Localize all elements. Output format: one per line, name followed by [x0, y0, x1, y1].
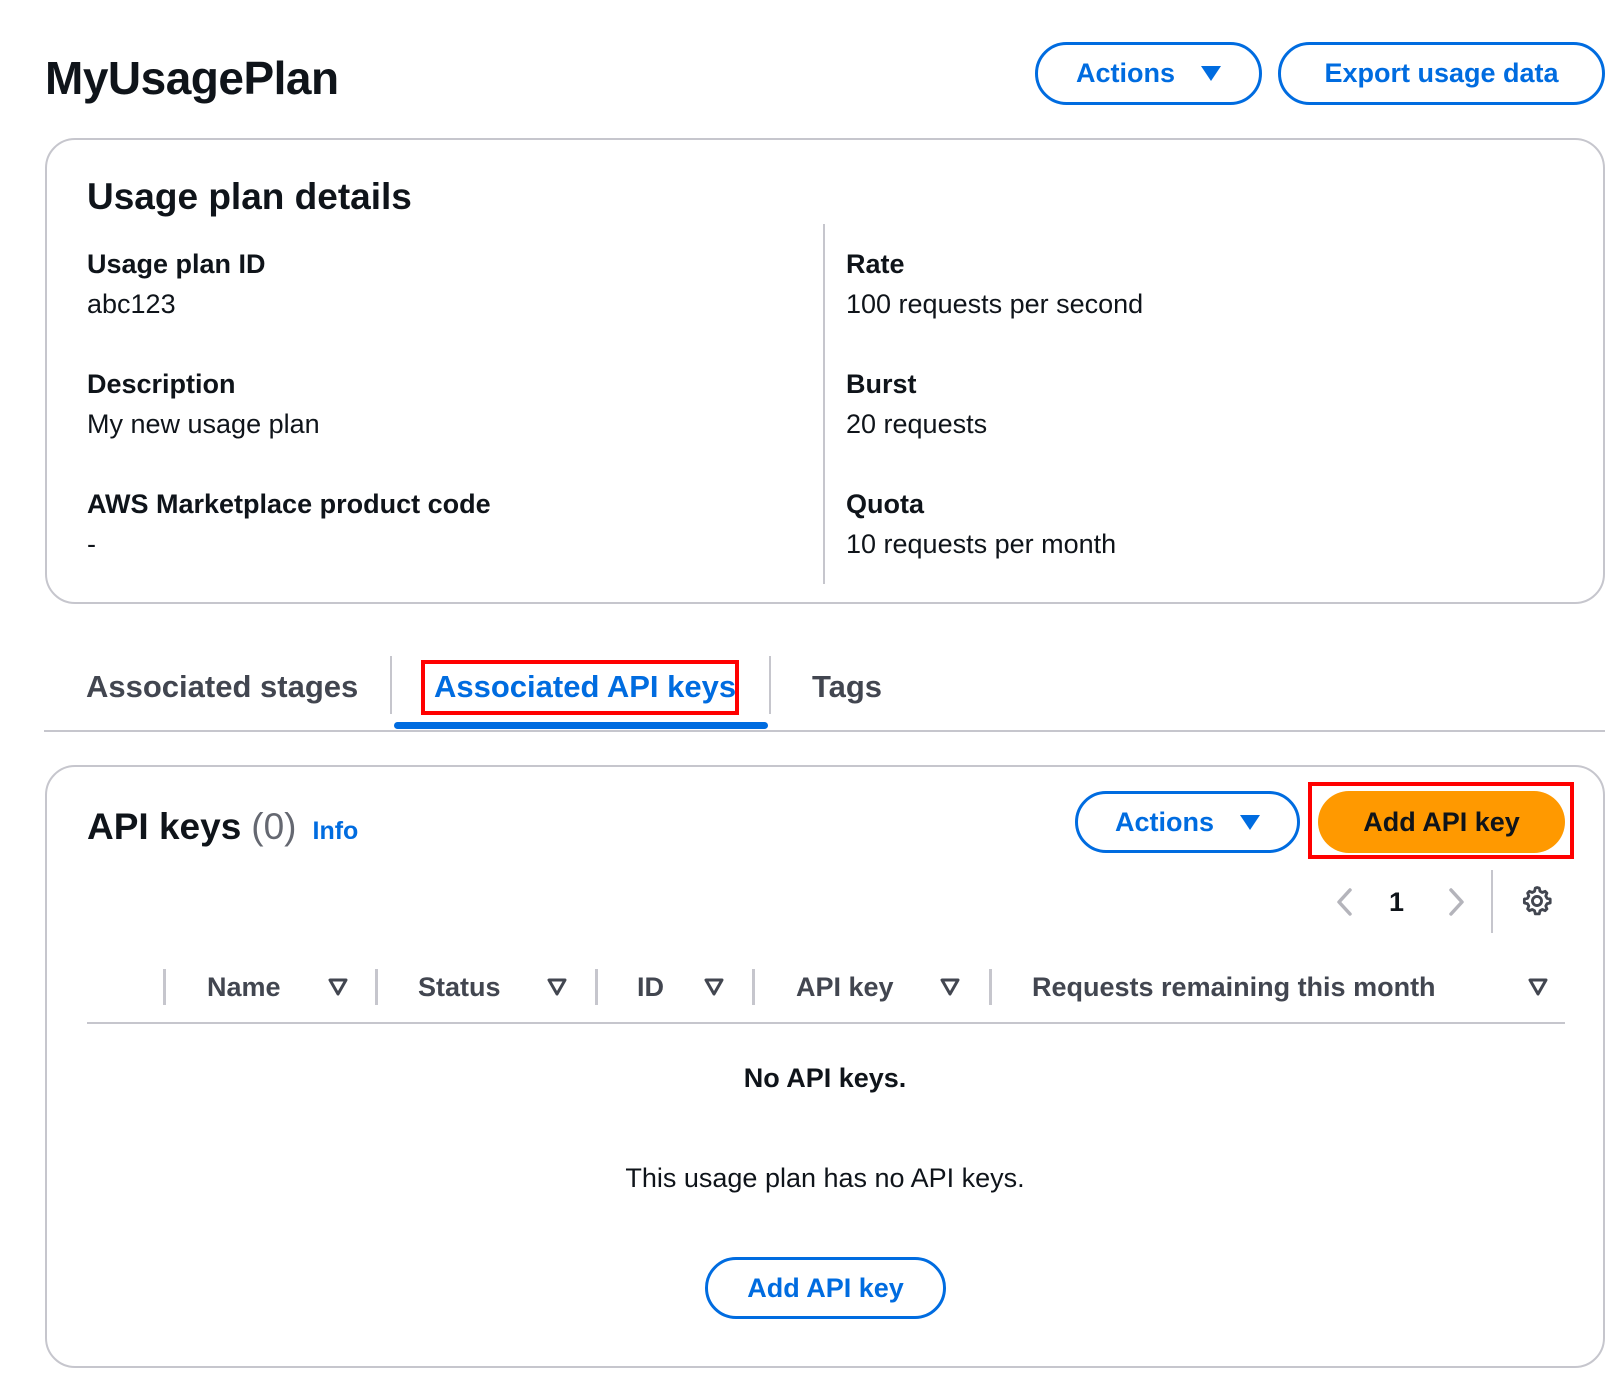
tabs-divider: [44, 730, 1605, 732]
detail-label: Usage plan ID: [87, 249, 266, 279]
column-header-requests-remaining[interactable]: Requests remaining this month: [1032, 970, 1436, 1004]
info-link[interactable]: Info: [313, 817, 359, 846]
details-title: Usage plan details: [87, 176, 412, 217]
detail-label: AWS Marketplace product code: [87, 489, 491, 519]
empty-state-title: No API keys.: [743, 1063, 907, 1093]
tab-separator: [769, 656, 771, 714]
column-separator: [595, 969, 598, 1005]
detail-label: Description: [87, 369, 236, 399]
column-separator: [752, 969, 755, 1005]
api-keys-title: API keys: [87, 806, 242, 847]
tab-tags[interactable]: Tags: [812, 667, 882, 707]
empty-state-message: This usage plan has no API keys.: [625, 1163, 1025, 1193]
column-header-api-key[interactable]: API key: [796, 970, 894, 1004]
tab-associated-stages[interactable]: Associated stages: [86, 667, 358, 707]
active-tab-indicator: [394, 722, 768, 729]
column-separator: [989, 969, 992, 1005]
sort-icon[interactable]: [327, 976, 349, 998]
detail-value: 20 requests: [846, 409, 988, 439]
current-page[interactable]: 1: [1389, 885, 1404, 919]
detail-burst: Burst 20 requests: [846, 367, 987, 441]
column-header-status[interactable]: Status: [418, 970, 501, 1004]
detail-label: Burst: [846, 369, 917, 399]
column-header-name[interactable]: Name: [207, 970, 281, 1004]
gear-icon: [1522, 886, 1552, 916]
column-separator: [375, 969, 378, 1005]
tab-associated-api-keys[interactable]: Associated API keys: [434, 667, 736, 707]
pagination-divider: [1491, 870, 1493, 933]
column-divider: [823, 224, 825, 584]
detail-usage-plan-id: Usage plan ID abc123: [87, 247, 266, 321]
actions-label: Actions: [1075, 58, 1175, 88]
detail-value: 100 requests per second: [846, 289, 1144, 319]
detail-value: 10 requests per month: [846, 529, 1117, 559]
sort-icon[interactable]: [939, 976, 961, 998]
detail-value: My new usage plan: [87, 409, 320, 439]
sort-icon[interactable]: [1527, 976, 1549, 998]
detail-rate: Rate 100 requests per second: [846, 247, 1143, 321]
api-keys-header: API keys (0) Info: [87, 805, 358, 849]
detail-description: Description My new usage plan: [87, 367, 320, 441]
chevron-left-icon: [1337, 888, 1352, 916]
column-header-id[interactable]: ID: [637, 970, 664, 1004]
export-usage-data-button[interactable]: Export usage data: [1278, 42, 1605, 105]
add-api-key-button[interactable]: Add API key: [1318, 791, 1565, 853]
sort-icon[interactable]: [546, 976, 568, 998]
caret-down-icon: [1240, 814, 1260, 830]
next-page-button[interactable]: [1444, 887, 1468, 917]
detail-quota: Quota 10 requests per month: [846, 487, 1116, 561]
empty-state-add-api-key-button[interactable]: Add API key: [705, 1257, 946, 1319]
table-header-divider: [87, 1022, 1565, 1024]
api-keys-count: (0): [251, 806, 297, 847]
previous-page-button[interactable]: [1333, 887, 1357, 917]
detail-label: Rate: [846, 249, 905, 279]
caret-down-icon: [1201, 66, 1221, 81]
preferences-button[interactable]: [1520, 884, 1554, 918]
column-separator: [163, 969, 166, 1005]
detail-value: -: [87, 529, 96, 559]
detail-marketplace-code: AWS Marketplace product code -: [87, 487, 491, 561]
sort-icon[interactable]: [703, 976, 725, 998]
actions-label: Actions: [1114, 806, 1214, 837]
api-keys-actions-button[interactable]: Actions: [1075, 791, 1300, 853]
page-title: MyUsagePlan: [45, 52, 339, 104]
detail-value: abc123: [87, 289, 176, 319]
chevron-right-icon: [1449, 888, 1464, 916]
actions-dropdown-button[interactable]: Actions: [1035, 42, 1262, 105]
tab-separator: [390, 656, 392, 714]
detail-label: Quota: [846, 489, 924, 519]
